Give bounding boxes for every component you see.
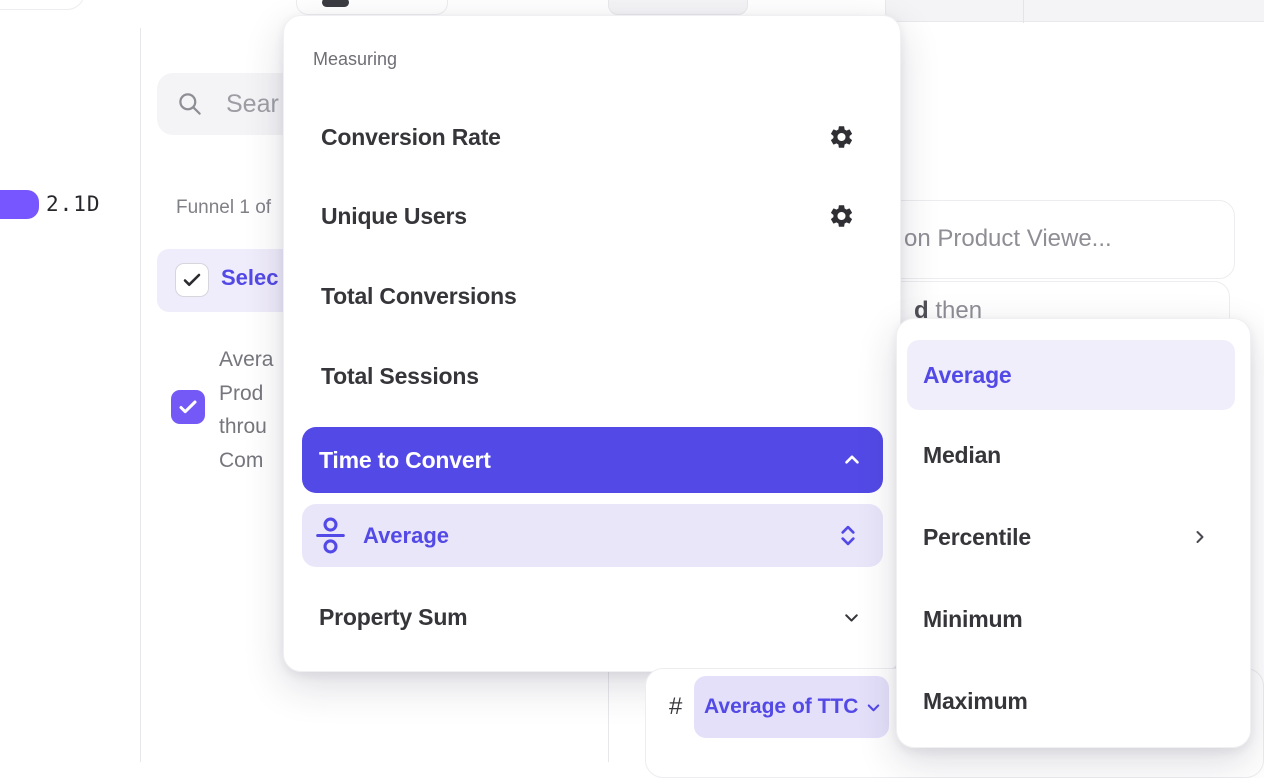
flyout-item-average[interactable]: Average: [907, 340, 1235, 410]
flyout-item-label: Median: [923, 442, 1001, 469]
search-icon: [176, 90, 203, 117]
checkbox-checked-purple[interactable]: [171, 390, 205, 424]
cutoff-tab-a[interactable]: [608, 0, 748, 15]
gear-icon[interactable]: [828, 203, 855, 230]
chevron-down-icon: [841, 607, 862, 628]
flyout-item-maximum[interactable]: Maximum: [897, 674, 1250, 728]
step-description-line: throu: [219, 410, 273, 444]
chevron-right-icon: [1190, 527, 1210, 547]
search-placeholder: Sear: [226, 90, 279, 119]
event-card-label: on Product Viewe...: [904, 225, 1112, 253]
menu-item-property-sum[interactable]: Property Sum: [284, 590, 900, 644]
chevron-down-icon: [864, 698, 883, 717]
measuring-menu-header: Measuring: [313, 49, 397, 70]
flyout-item-percentile[interactable]: Percentile: [897, 510, 1250, 564]
flyout-item-label: Average: [923, 362, 1012, 389]
menu-item-label: Conversion Rate: [321, 124, 501, 151]
menu-item-total-conversions[interactable]: Total Conversions: [284, 270, 900, 322]
cutoff-button-top[interactable]: [296, 0, 448, 15]
cutoff-card-top-left: [0, 0, 85, 10]
subitem-label: Average: [363, 523, 449, 549]
flyout-item-median[interactable]: Median: [897, 428, 1250, 482]
handle-icon: [322, 0, 349, 7]
step-description-line: Avera: [219, 343, 273, 377]
measuring-menu: Measuring Conversion Rate Unique Users T…: [283, 15, 901, 672]
menu-item-label: Unique Users: [321, 203, 467, 230]
left-panel-divider: [140, 28, 141, 762]
gear-icon[interactable]: [828, 124, 855, 151]
flyout-item-label: Percentile: [923, 524, 1031, 551]
metric-prefix: #: [669, 693, 682, 721]
menu-item-label: Total Conversions: [321, 283, 517, 310]
menu-item-label: Property Sum: [319, 604, 467, 631]
menu-item-label: Total Sessions: [321, 363, 479, 390]
aggregation-flyout-menu: Average Median Percentile Minimum Maximu…: [896, 318, 1251, 748]
tab-divider: [1023, 0, 1024, 23]
metric-pill-label: Average of TTC: [704, 695, 858, 719]
menu-item-total-sessions[interactable]: Total Sessions: [284, 350, 900, 402]
step-description-line: Prod: [219, 377, 273, 411]
chevron-up-icon: [841, 449, 863, 471]
flyout-item-minimum[interactable]: Minimum: [897, 592, 1250, 646]
up-down-selector-icon[interactable]: [839, 524, 857, 547]
metric-pill-dropdown[interactable]: Average of TTC: [694, 676, 889, 738]
flyout-item-label: Maximum: [923, 688, 1028, 715]
step-description-line: Com: [219, 444, 273, 478]
menu-subitem-average[interactable]: Average: [302, 504, 883, 567]
funnel-bar-segment: [0, 190, 39, 219]
menu-item-time-to-convert-selected[interactable]: Time to Convert: [302, 427, 883, 493]
checkbox-checked[interactable]: [175, 263, 209, 297]
menu-item-conversion-rate[interactable]: Conversion Rate: [284, 111, 900, 163]
selected-item-label: Time to Convert: [319, 447, 491, 474]
average-icon: [315, 517, 346, 554]
funnel-duration-label: 2.1D: [46, 192, 101, 216]
step-description: Avera Prod throu Com: [219, 343, 273, 477]
funnel-builder-screen: { "colors": { "accent": "#5349e6", "acce…: [0, 0, 1264, 762]
funnel-header-label: Funnel 1 of: [176, 197, 271, 219]
flyout-item-label: Minimum: [923, 606, 1023, 633]
step-select-label: Selec: [221, 265, 279, 291]
cutoff-tab-group-right[interactable]: [885, 0, 1264, 22]
menu-item-unique-users[interactable]: Unique Users: [284, 190, 900, 242]
